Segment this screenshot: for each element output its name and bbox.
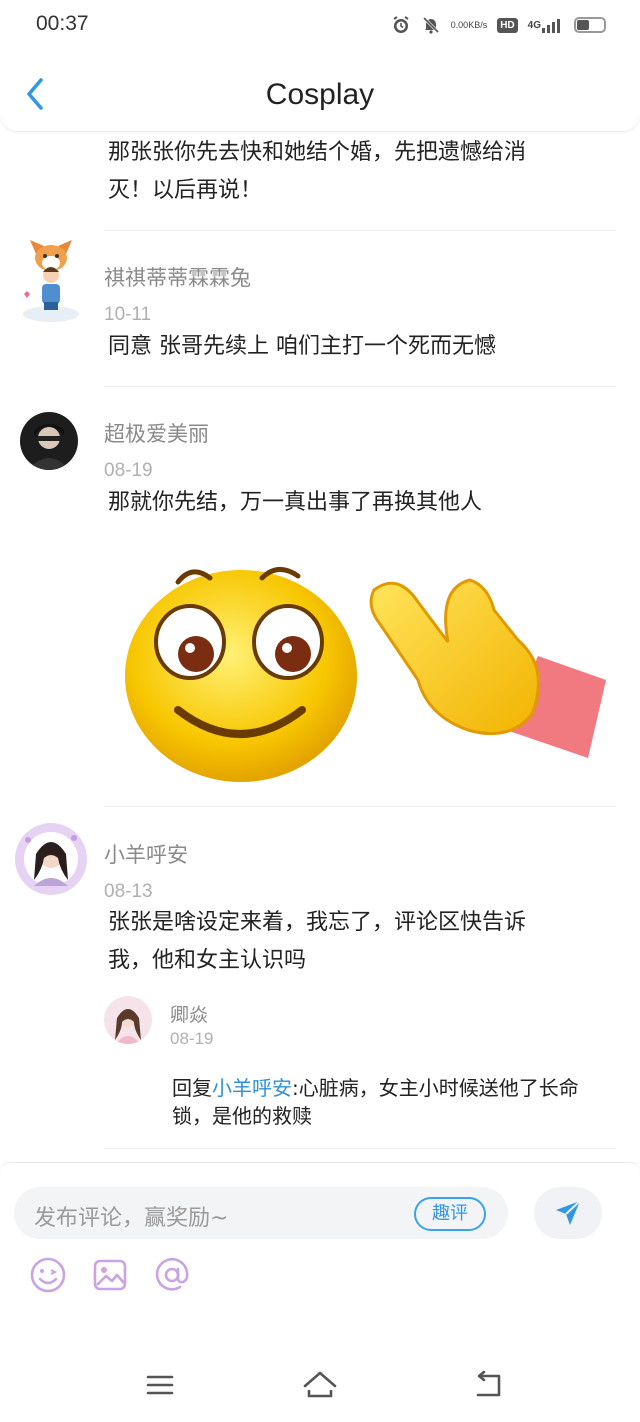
comment-text-line: 那张张你先去快和她结个婚，先把遗憾给消 bbox=[108, 140, 527, 165]
home-button[interactable] bbox=[298, 1368, 342, 1402]
send-icon bbox=[556, 1200, 581, 1225]
comment-composer: 发布评论，赢奖励~ 趣评 bbox=[0, 1162, 640, 1346]
avatar-image bbox=[20, 412, 78, 470]
status-time: 00:37 bbox=[36, 12, 89, 35]
avatar-image bbox=[104, 996, 152, 1044]
sticker-image bbox=[125, 567, 606, 782]
mention-icon[interactable] bbox=[152, 1255, 192, 1295]
battery-icon bbox=[574, 17, 606, 33]
system-nav-bar bbox=[0, 1346, 640, 1422]
reply-date: 08-19 bbox=[170, 1029, 214, 1048]
avatar[interactable] bbox=[18, 232, 84, 324]
emoji-icon[interactable] bbox=[28, 1255, 68, 1295]
hd-badge: HD bbox=[497, 17, 518, 33]
net-speed-value: 0.00 bbox=[450, 19, 469, 30]
network-type: 4G bbox=[527, 19, 541, 31]
comment-input[interactable]: 发布评论，赢奖励~ 趣评 bbox=[14, 1187, 508, 1239]
comment-text: 同意 张哥先续上 咱们主打一个死而无憾 bbox=[108, 334, 496, 359]
comment-text-line: 我，他和女主认识吗 bbox=[108, 948, 307, 973]
reply-avatar[interactable] bbox=[104, 996, 152, 1044]
username[interactable]: 祺祺蒂蒂霖霖兔 bbox=[104, 262, 251, 292]
composer-tools bbox=[28, 1255, 192, 1295]
reply-username[interactable]: 卿焱 bbox=[170, 1000, 208, 1027]
send-button[interactable] bbox=[534, 1187, 602, 1239]
image-icon[interactable] bbox=[90, 1255, 130, 1295]
comment-date: 08-13 bbox=[104, 881, 153, 902]
divider bbox=[104, 1148, 616, 1149]
divider bbox=[104, 806, 616, 807]
reply-target-link[interactable]: 小羊呼安 bbox=[212, 1076, 292, 1100]
menu-icon bbox=[146, 1375, 174, 1395]
avatar-image bbox=[23, 240, 79, 322]
menu-button[interactable] bbox=[138, 1368, 182, 1402]
comment-text-line: 张张是啥设定来着，我忘了，评论区快告诉 bbox=[108, 910, 527, 935]
reply-text-line: 回复小羊呼安:心脏病，女主小时候送他了长命 bbox=[172, 1074, 579, 1102]
back-nav-button[interactable] bbox=[466, 1368, 510, 1402]
mute-bell-icon bbox=[421, 15, 441, 35]
status-icons: 0.00 KB/s HD 4G bbox=[391, 12, 606, 38]
comment-date: 08-19 bbox=[104, 460, 153, 481]
divider bbox=[104, 386, 616, 387]
home-icon bbox=[303, 1371, 337, 1398]
return-icon bbox=[476, 1371, 501, 1397]
quping-button[interactable]: 趣评 bbox=[414, 1197, 486, 1231]
signal-icon: 4G bbox=[528, 17, 564, 33]
reply-text-line: 锁，是他的救赎 bbox=[172, 1104, 312, 1128]
avatar-image bbox=[15, 823, 87, 895]
comment-text-line: 灭！以后再说！ bbox=[108, 178, 263, 203]
page-title: Cosplay bbox=[265, 78, 375, 111]
comment-input-placeholder: 发布评论，赢奖励~ bbox=[34, 1206, 229, 1231]
reply-text: 心脏病，女主小时候送他了长命 bbox=[298, 1076, 579, 1100]
net-speed: 0.00 KB/s bbox=[450, 19, 488, 30]
reply-colon: : bbox=[292, 1076, 299, 1100]
avatar[interactable] bbox=[14, 822, 88, 896]
page-header: Cosplay bbox=[0, 52, 640, 132]
avatar[interactable] bbox=[20, 412, 78, 470]
net-speed-unit: KB/s bbox=[468, 19, 488, 30]
username[interactable]: 小羊呼安 bbox=[104, 839, 188, 869]
alarm-icon bbox=[391, 15, 411, 35]
status-bar: 00:37 0.00 KB/s HD 4G bbox=[0, 0, 640, 52]
divider bbox=[104, 230, 616, 231]
smiley-pointing-sticker[interactable] bbox=[118, 550, 616, 790]
comment-date: 10-11 bbox=[104, 304, 152, 325]
reply-prefix: 回复 bbox=[172, 1076, 212, 1100]
username[interactable]: 超极爱美丽 bbox=[104, 418, 209, 448]
comment-feed[interactable]: 那张张你先去快和她结个婚，先把遗憾给消 灭！以后再说！ 祺祺蒂蒂霖霖兔 10-1… bbox=[0, 132, 640, 1162]
comment-text: 那就你先结，万一真出事了再换其他人 bbox=[108, 490, 483, 515]
